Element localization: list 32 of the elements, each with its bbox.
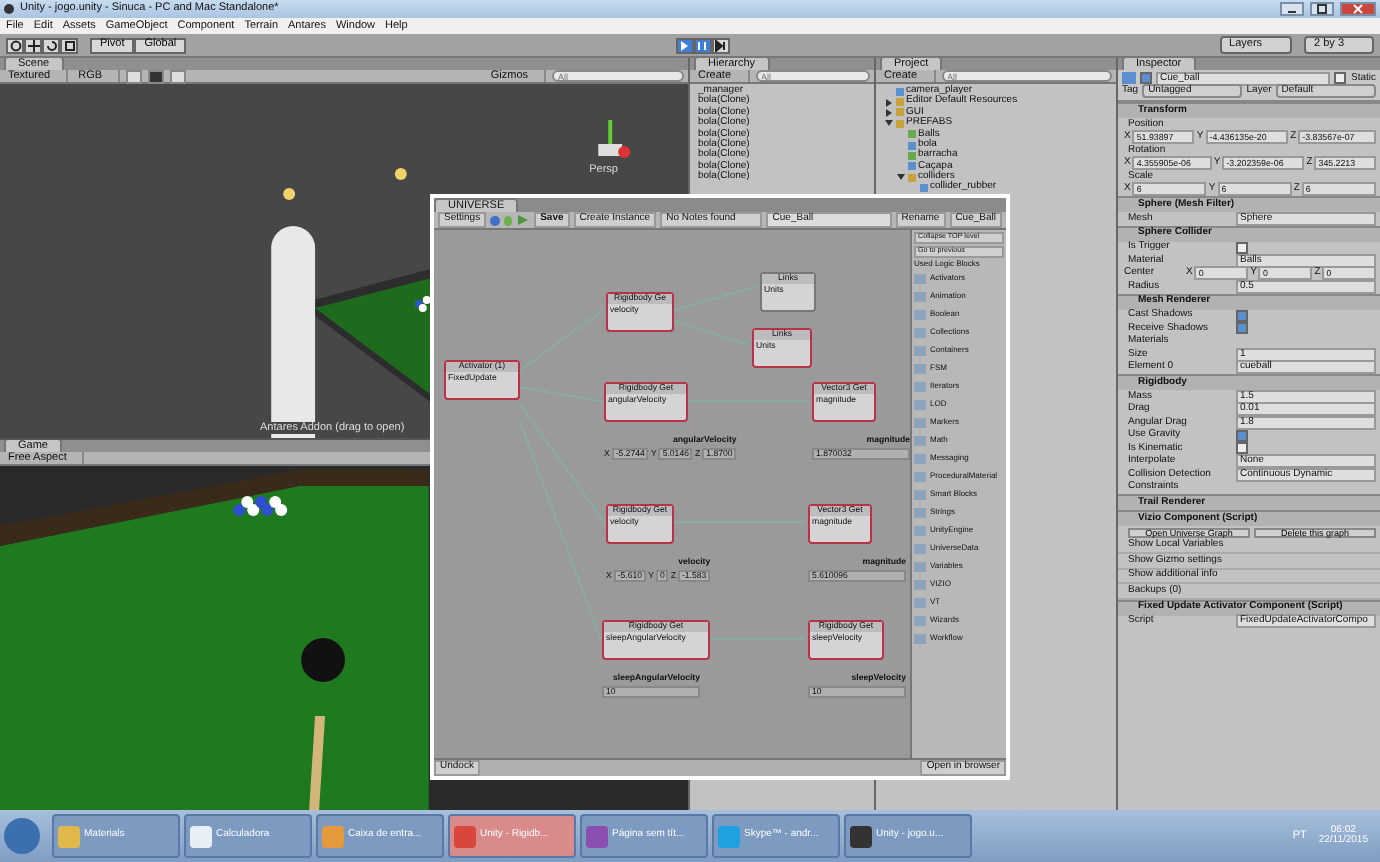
pause-button[interactable] xyxy=(693,37,712,53)
app-icon xyxy=(718,825,740,847)
cube-icon xyxy=(1122,72,1136,85)
maximize-icon xyxy=(1314,4,1330,14)
close-icon xyxy=(1350,4,1366,14)
app-icon xyxy=(586,825,608,847)
step-button[interactable] xyxy=(711,37,730,53)
light-icon xyxy=(283,168,407,200)
app-icon xyxy=(58,825,80,847)
move-tool-button[interactable] xyxy=(24,37,42,53)
asset-icon xyxy=(920,184,928,193)
folder-icon xyxy=(908,173,916,182)
app-icon xyxy=(454,825,476,847)
play-button[interactable] xyxy=(675,37,694,53)
maximize-button[interactable] xyxy=(1310,2,1334,16)
hand-tool-button[interactable] xyxy=(6,37,24,53)
app-icon xyxy=(850,825,872,847)
close-button[interactable] xyxy=(1340,2,1376,16)
checkbox[interactable] xyxy=(1236,442,1248,455)
app-logo-icon xyxy=(4,4,14,14)
start-button[interactable] xyxy=(4,818,40,854)
app-icon xyxy=(322,825,344,847)
minimize-button[interactable] xyxy=(1280,2,1304,16)
checkbox[interactable] xyxy=(1236,322,1248,335)
asset-icon xyxy=(896,87,904,96)
static-checkbox[interactable] xyxy=(1334,72,1347,85)
active-checkbox[interactable] xyxy=(1140,72,1152,85)
rotate-tool-button[interactable] xyxy=(42,37,60,53)
app-icon xyxy=(190,825,212,847)
scale-tool-button[interactable] xyxy=(60,37,78,53)
expand-arrow-icon[interactable] xyxy=(896,172,906,183)
axis-gizmo-icon xyxy=(598,120,631,158)
